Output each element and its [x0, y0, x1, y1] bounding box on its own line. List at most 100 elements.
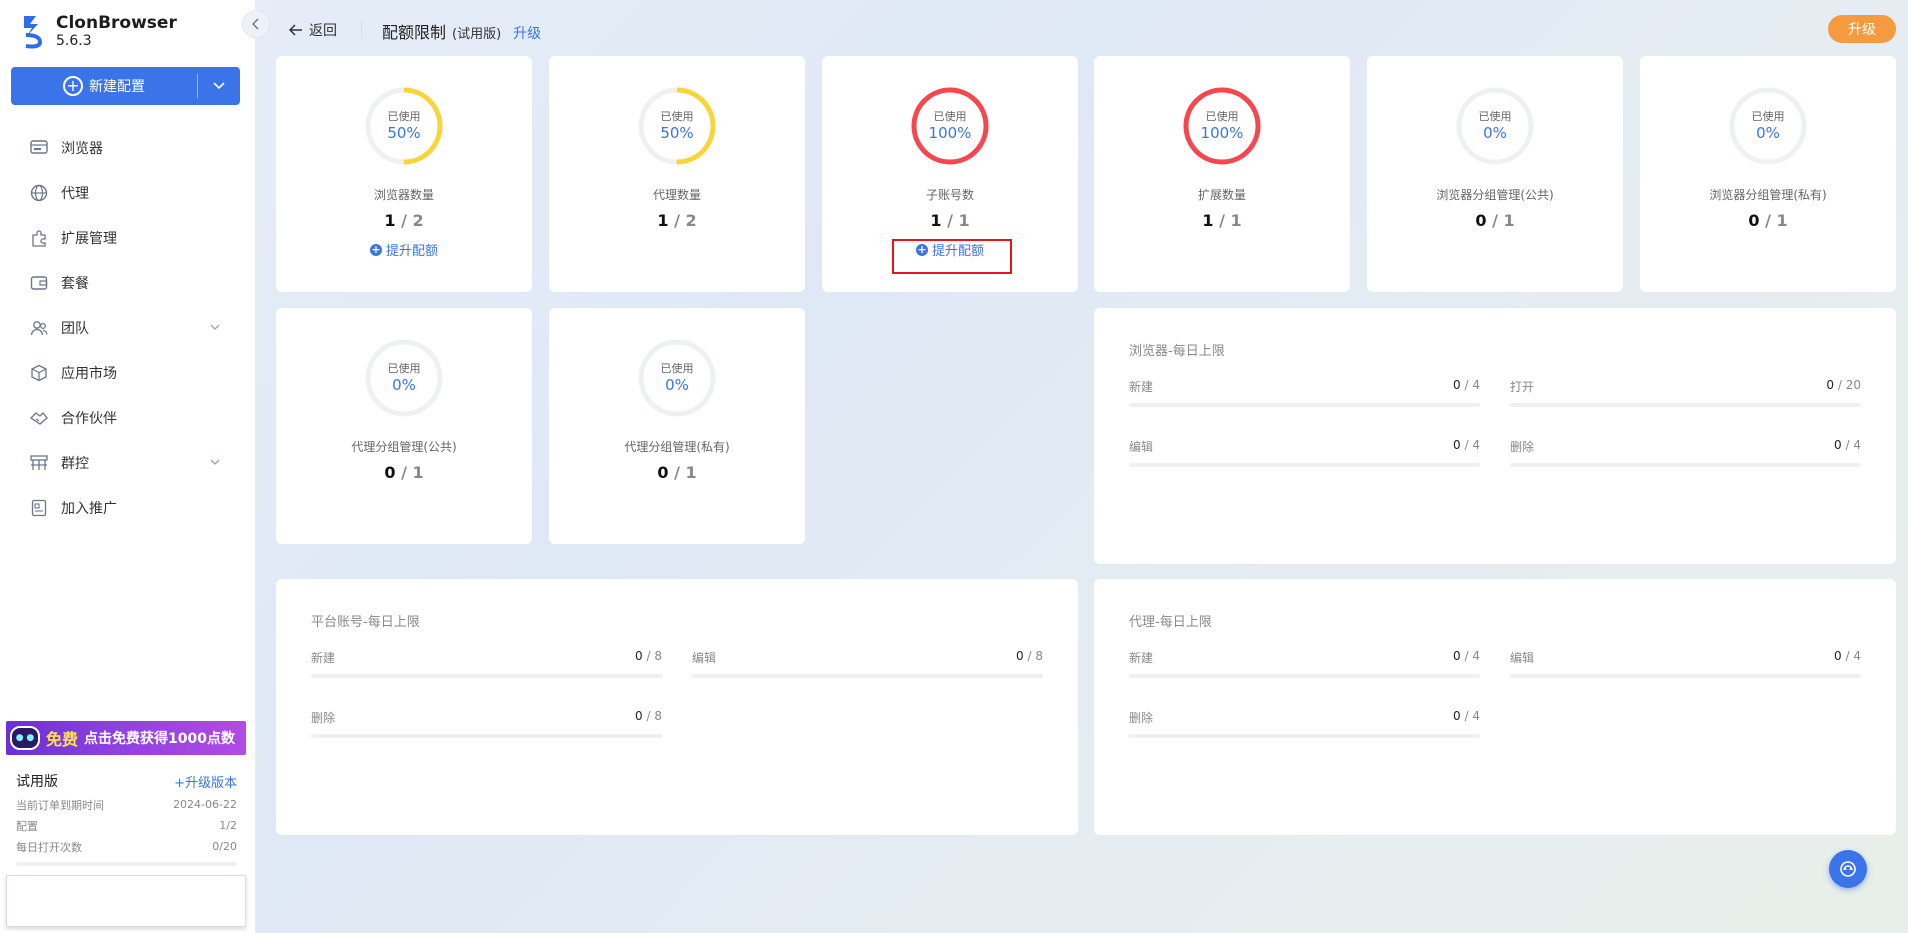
sidebar-item-app-market[interactable]: 应用市场 — [0, 350, 256, 395]
customer-service-button[interactable] — [1829, 850, 1867, 888]
header-divider — [361, 20, 362, 38]
limit-label: 打开 — [1510, 380, 1535, 394]
quota-total: / 1 — [1492, 211, 1515, 230]
quota-label: 浏览器数量 — [373, 188, 434, 202]
limit-card-title: 代理-每日上限 — [1129, 615, 1212, 630]
limit-label: 编辑 — [1129, 440, 1154, 454]
sidebar-item-label: 合作伙伴 — [61, 410, 117, 427]
quota-count: 1 / 1 — [822, 211, 1078, 230]
quota-label: 子账号数 — [925, 188, 974, 202]
arrow-left-icon — [288, 21, 303, 40]
limit-total: / 4 — [1841, 438, 1862, 452]
limit-value: 0 / 20 — [1826, 378, 1861, 395]
limit-used: 0 — [1453, 709, 1461, 723]
usage-ring-label: 已使用 0% — [1455, 86, 1535, 166]
limit-total: / 4 — [1460, 649, 1481, 663]
usage-percent: 100% — [1200, 123, 1244, 142]
usage-ring-label: 已使用 0% — [637, 338, 717, 418]
limit-item: 新建 0 / 8 — [311, 649, 662, 678]
team-icon — [30, 319, 48, 337]
quota-total: / 1 — [674, 463, 697, 482]
robot-icon: ● ● — [10, 726, 40, 750]
limit-total: / 4 — [1460, 378, 1481, 392]
usage-percent: 0% — [665, 375, 689, 394]
new-config-main[interactable]: + 新建配置 — [11, 74, 198, 98]
upgrade-button[interactable]: 升级 — [1828, 15, 1896, 43]
sidebar-item-label: 群控 — [61, 455, 89, 472]
used-label: 已使用 — [1205, 109, 1239, 123]
limit-label: 删除 — [1129, 711, 1154, 725]
promotion-icon — [30, 499, 48, 517]
browser-icon — [30, 139, 48, 157]
sidebar-item-browser[interactable]: 浏览器 — [0, 125, 256, 170]
chevron-down-icon[interactable] — [198, 67, 240, 105]
usage-ring-label: 已使用 50% — [637, 86, 717, 166]
new-config-button[interactable]: + 新建配置 — [11, 67, 240, 105]
upgrade-link[interactable]: 升级 — [513, 23, 541, 43]
app-logo: ClonBrowser 5.6.3 — [20, 13, 177, 49]
raise-quota-link[interactable]: + 提升配额 — [276, 240, 532, 259]
limit-progress-bar — [1510, 403, 1861, 407]
page-title: 配额限制 (试用版) 升级 — [382, 19, 541, 43]
limit-used: 0 — [1453, 438, 1461, 452]
cube-icon — [30, 364, 48, 382]
promo-banner[interactable]: ● ● 免费 点击免费获得1000点数 — [6, 721, 246, 755]
sidebar-item-extensions[interactable]: 扩展管理 — [0, 215, 256, 260]
limit-label: 编辑 — [1510, 651, 1535, 665]
quota-label: 代理分组管理(公共) — [351, 440, 457, 454]
plan-row-value: 0/20 — [212, 840, 237, 853]
quota-used: 1 — [1202, 211, 1214, 230]
sidebar-item-plan[interactable]: 套餐 — [0, 260, 256, 305]
limit-item: 打开 0 / 20 — [1510, 378, 1861, 407]
handshake-icon — [30, 409, 48, 427]
headset-icon — [1840, 861, 1856, 877]
limit-total: / 20 — [1834, 378, 1861, 392]
raise-quota-label: 提升配额 — [385, 244, 438, 259]
sidebar-item-label: 扩展管理 — [61, 230, 117, 247]
limit-item: 新建 0 / 4 — [1129, 649, 1480, 678]
limit-total: / 4 — [1460, 438, 1481, 452]
usage-percent: 50% — [660, 123, 694, 142]
sidebar-item-label: 代理 — [61, 185, 89, 202]
limit-used: 0 — [1016, 649, 1024, 663]
plus-circle-icon: + — [369, 242, 382, 256]
promo-text: 点击免费获得1000点数 — [84, 731, 235, 747]
quota-total: / 1 — [947, 211, 970, 230]
limit-used: 0 — [1453, 378, 1461, 392]
limit-progress-bar — [692, 674, 1043, 678]
sidebar-item-proxy[interactable]: 代理 — [0, 170, 256, 215]
limit-label: 新建 — [1129, 380, 1154, 394]
quota-total: / 2 — [401, 211, 424, 230]
limit-progress-bar — [1129, 674, 1480, 678]
limit-label: 新建 — [311, 651, 336, 665]
sidebar-item-promotion[interactable]: 加入推广 — [0, 485, 256, 530]
used-label: 已使用 — [1478, 109, 1512, 123]
quota-label: 浏览器分组管理(公共) — [1436, 188, 1554, 202]
sidebar-item-group-control[interactable]: 群控 — [0, 440, 256, 485]
chevron-left-icon — [252, 18, 259, 30]
limit-used: 0 — [1826, 378, 1835, 392]
plan-row-label: 每日打开次数 — [16, 840, 82, 854]
limit-item: 删除 0 / 8 — [311, 709, 662, 738]
upgrade-version-link[interactable]: +升级版本 — [174, 772, 237, 791]
used-label: 已使用 — [933, 109, 967, 123]
sidebar-item-label: 团队 — [61, 320, 89, 337]
quota-used: 1 — [384, 211, 396, 230]
quota-count: 0 / 1 — [549, 463, 805, 482]
sidebar-item-partners[interactable]: 合作伙伴 — [0, 395, 256, 440]
collapse-sidebar-button[interactable] — [242, 10, 270, 38]
back-button[interactable]: 返回 — [288, 20, 337, 40]
limit-value: 0 / 4 — [1453, 709, 1480, 726]
chevron-down-icon — [210, 322, 220, 333]
quota-count: 0 / 1 — [276, 463, 532, 482]
puzzle-icon — [30, 229, 48, 247]
limit-progress-bar — [1510, 674, 1861, 678]
limit-item: 新建 0 / 4 — [1129, 378, 1480, 407]
page-header: 返回 配额限制 (试用版) 升级 升级 — [256, 0, 1908, 56]
limit-progress-bar — [311, 674, 662, 678]
quota-card: 已使用 50% 浏览器数量 1 / 2 + 提升配额 — [276, 56, 532, 292]
sidebar-item-team[interactable]: 团队 — [0, 305, 256, 350]
usage-ring-label: 已使用 0% — [1728, 86, 1808, 166]
plan-row-value: 2024-06-22 — [173, 798, 237, 811]
quota-total: / 1 — [1219, 211, 1242, 230]
